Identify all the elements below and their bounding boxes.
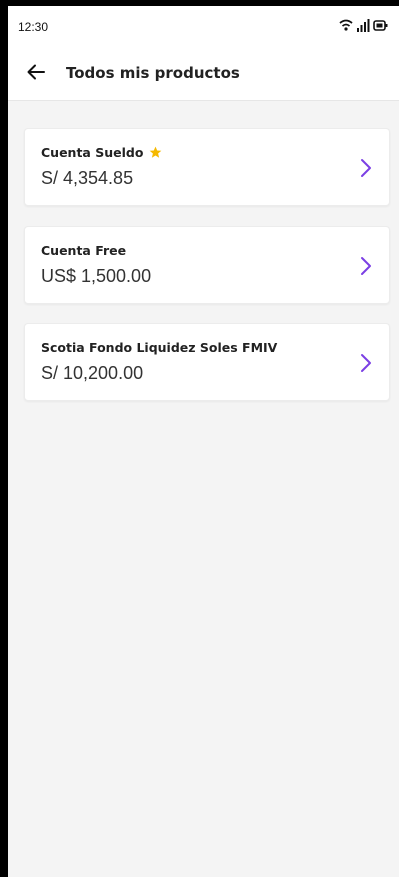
product-card-cuenta-sueldo[interactable]: Cuenta Sueldo S/ 4,354.85 [24, 128, 390, 206]
app-bar: Todos mis productos [8, 46, 399, 101]
chevron-right-icon[interactable] [359, 158, 373, 178]
product-balance: US$ 1,500.00 [41, 266, 152, 286]
arrow-left-icon [27, 64, 45, 80]
product-name-row: Cuenta Sueldo [41, 145, 162, 160]
wifi-icon [339, 19, 353, 31]
product-list: Cuenta Sueldo S/ 4,354.85 Cuenta Free US… [8, 101, 399, 877]
product-balance: S/ 4,354.85 [41, 168, 134, 188]
chevron-right-icon[interactable] [359, 256, 373, 276]
product-card-cuenta-free[interactable]: Cuenta Free US$ 1,500.00 [24, 226, 390, 304]
signal-icon [357, 19, 370, 32]
product-card-scotia-fondo[interactable]: Scotia Fondo Liquidez Soles FMIV S/ 10,2… [24, 323, 390, 401]
product-name: Cuenta Sueldo [41, 145, 144, 160]
status-time: 12:30 [18, 20, 49, 34]
page-title: Todos mis productos [66, 64, 240, 82]
star-icon [150, 146, 162, 158]
product-name: Cuenta Free [41, 243, 127, 258]
status-bar: 12:30 [8, 6, 399, 46]
status-icons [339, 18, 389, 34]
chevron-right-icon[interactable] [359, 353, 373, 373]
product-balance: S/ 10,200.00 [41, 363, 144, 383]
product-name-row: Scotia Fondo Liquidez Soles FMIV [41, 340, 277, 355]
battery-icon [373, 20, 388, 31]
product-name-row: Cuenta Free [41, 243, 126, 258]
product-name: Scotia Fondo Liquidez Soles FMIV [41, 340, 278, 355]
back-button[interactable] [22, 58, 50, 86]
phone-screen: 12:30 Todos mis productos Cuenta Sueldo … [8, 6, 399, 877]
